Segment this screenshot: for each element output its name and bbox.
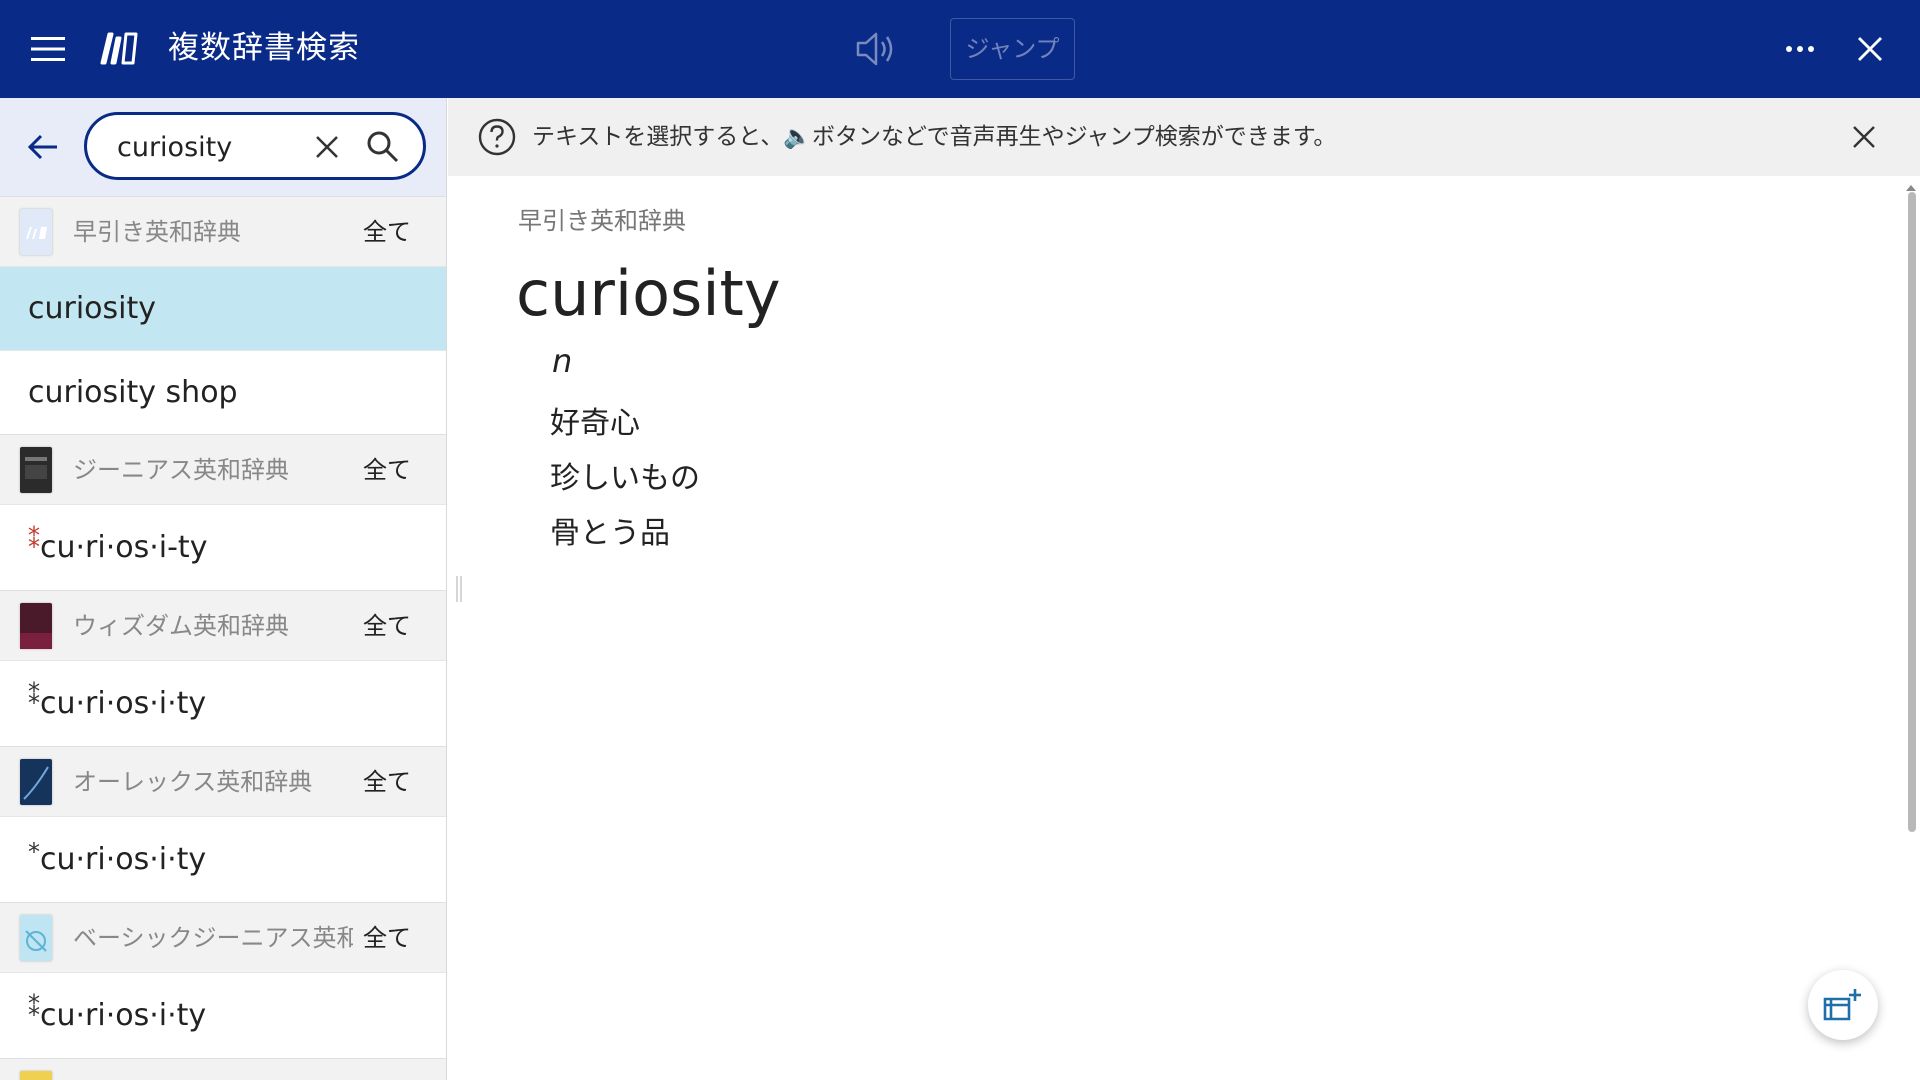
dictionary-cover-icon [20, 1071, 52, 1080]
jump-button[interactable]: ジャンプ [950, 18, 1075, 80]
dictionary-cover-icon [20, 915, 52, 961]
list-item[interactable]: ⁑cu·ri·os·i-ty [0, 504, 446, 590]
help-icon [477, 117, 517, 157]
entry-text: cu·ri·os·i·ty [40, 998, 207, 1033]
dict-name: オーレックス英和辞典 [73, 768, 313, 796]
dictionary-result-list: 早引き英和辞典 全て curiosity curiosity shop ジーニア… [0, 196, 446, 1080]
dictionary-cover-icon [20, 209, 52, 255]
hamburger-menu-icon[interactable] [24, 25, 72, 73]
frequency-mark: * [28, 838, 40, 866]
entry-text: cu·ri·os·i·ty [40, 842, 207, 877]
sense-item: 珍しいもの [550, 461, 700, 496]
dict-name: ジーニアス英和辞典 [73, 456, 289, 484]
speaker-icon[interactable] [848, 24, 904, 74]
dictionary-logo-icon [98, 27, 140, 69]
source-dictionary-label: 早引き英和辞典 [518, 207, 686, 235]
list-item[interactable]: ⁑cu·ri·os·i·ty [0, 972, 446, 1058]
list-item[interactable]: curiosity shop [0, 350, 446, 434]
entry-text: curiosity [28, 291, 157, 326]
add-card-icon [1823, 989, 1861, 1021]
definition-panel: 早引き英和辞典 curiosity n 好奇心 珍しいもの 骨とう品 [448, 176, 1908, 1080]
dictionary-cover-icon [20, 447, 52, 493]
sense-item: 骨とう品 [550, 516, 670, 551]
search-box [84, 112, 426, 180]
frequency-mark: ⁑ [28, 526, 40, 554]
add-to-wordbook-button[interactable] [1808, 970, 1878, 1040]
frequency-mark: ⁑ [28, 682, 40, 710]
search-input[interactable] [117, 127, 297, 167]
more-icon[interactable] [1776, 25, 1824, 73]
scroll-up-arrow-icon[interactable] [1905, 178, 1917, 191]
app-title: 複数辞書検索 [168, 30, 360, 66]
dict-header[interactable]: ジーニアス英和辞典 全て [0, 434, 446, 504]
show-all-link[interactable]: 全て [363, 921, 411, 955]
dict-header[interactable] [0, 1058, 446, 1080]
entry-text: cu·ri·os·i·ty [40, 686, 207, 721]
dict-name: 早引き英和辞典 [73, 218, 241, 246]
part-of-speech: n [552, 342, 573, 380]
title-bar: 複数辞書検索 ジャンプ [0, 0, 1920, 98]
close-icon[interactable] [1846, 25, 1894, 73]
dictionary-cover-icon [20, 759, 52, 805]
headword: curiosity [516, 257, 781, 330]
entry-text: cu·ri·os·i-ty [40, 530, 208, 565]
dict-header[interactable]: オーレックス英和辞典 全て [0, 746, 446, 816]
dict-header[interactable]: ベーシックジーニアス英和辞典 全て [0, 902, 446, 972]
search-icon[interactable] [363, 127, 403, 167]
scrollbar-thumb[interactable] [1908, 192, 1916, 832]
dict-name: ベーシックジーニアス英和辞典 [73, 924, 353, 952]
list-item[interactable]: curiosity [0, 266, 446, 350]
sense-list: 好奇心 珍しいもの 骨とう品 [550, 396, 700, 561]
list-item[interactable]: ⁑cu·ri·os·i·ty [0, 660, 446, 746]
frequency-mark: ⁑ [28, 994, 40, 1022]
info-notice-bar: テキストを選択すると、🔈ボタンなどで音声再生やジャンプ検索ができます。 [448, 98, 1920, 176]
sense-item: 好奇心 [550, 406, 640, 441]
show-all-link[interactable]: 全て [363, 765, 411, 799]
dict-header[interactable]: 早引き英和辞典 全て [0, 196, 446, 266]
show-all-link[interactable]: 全て [363, 215, 411, 249]
back-arrow-icon[interactable] [20, 124, 66, 170]
entry-text: curiosity shop [28, 375, 238, 410]
dictionary-cover-icon [20, 603, 52, 649]
dict-name: ウィズダム英和辞典 [73, 612, 289, 640]
show-all-link[interactable]: 全て [363, 453, 411, 487]
dict-header[interactable]: ウィズダム英和辞典 全て [0, 590, 446, 660]
search-row [0, 98, 446, 196]
notice-text: テキストを選択すると、🔈ボタンなどで音声再生やジャンプ検索ができます。 [532, 124, 1337, 150]
clear-icon[interactable] [309, 129, 345, 165]
panel-splitter-handle[interactable] [455, 576, 463, 602]
show-all-link[interactable]: 全て [363, 609, 411, 643]
close-icon[interactable] [1842, 115, 1886, 159]
list-item[interactable]: *cu·ri·os·i·ty [0, 816, 446, 902]
result-list-panel: 早引き英和辞典 全て curiosity curiosity shop ジーニア… [0, 98, 447, 1080]
